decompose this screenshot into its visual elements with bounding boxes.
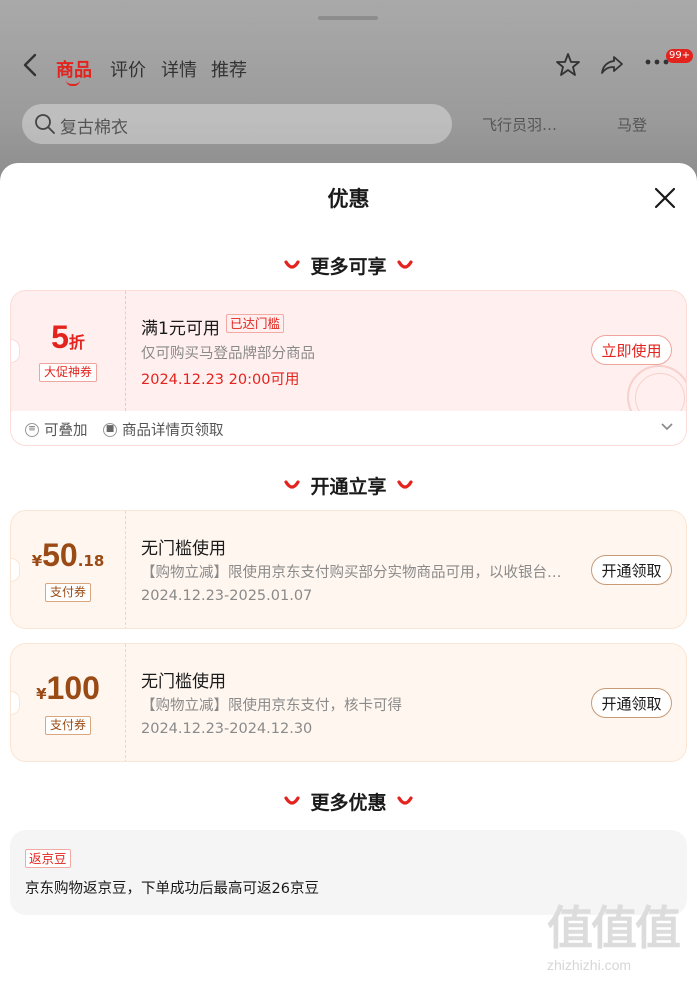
activate-claim-button[interactable]: 开通领取 (591, 688, 672, 718)
discount-sheet: 优惠 更多可享 5折 大促神券 满1元可用 已达门槛 仅可购买马登品牌部分商品 … (0, 163, 697, 984)
section-more-offers: 更多优惠 (0, 786, 697, 816)
coupon-tag-wrap: 大促神券 (11, 361, 125, 382)
currency-symbol: ¥ (36, 685, 47, 703)
tab-reviews[interactable]: 评价 (110, 56, 146, 82)
search-chip[interactable]: 马登 (617, 114, 647, 135)
smile-decoration-icon (284, 796, 301, 805)
star-icon[interactable] (555, 52, 581, 78)
grab-handle (318, 16, 378, 20)
search-placeholder: 复古棉衣 (60, 118, 128, 138)
coupon-valid-date: 2024.12.23-2024.12.30 (141, 721, 313, 737)
coupon-footer: ≡ 可叠加 ■ 商品详情页领取 (11, 411, 686, 445)
coupon-tag-wrap: 支付券 (11, 581, 125, 602)
section-title: 更多优惠 (310, 791, 387, 814)
site-watermark: 值值值 zhizhizhi.com (547, 900, 687, 980)
coupon-valid-date: 2024.12.23-2025.01.07 (141, 588, 313, 604)
card-divider (125, 511, 126, 628)
sheet-title: 优惠 (327, 187, 370, 211)
tab-recommend[interactable]: 推荐 (211, 56, 247, 82)
stack-icon: ≡ (25, 422, 39, 437)
coupon-amount-value: 50 (42, 537, 78, 573)
message-count-badge: 99+ (666, 49, 694, 63)
search-chip[interactable]: 飞行员羽… (482, 114, 557, 135)
back-arrow-icon[interactable] (20, 52, 42, 78)
search-bar[interactable]: 复古棉衣 (22, 104, 452, 144)
coupon-amount-unit: 折 (68, 333, 85, 352)
coupon-amount: ¥50.18 (11, 537, 125, 574)
stackable-label: 可叠加 (44, 423, 88, 439)
threshold-reached-badge: 已达门槛 (226, 314, 285, 333)
coupon-card-payment[interactable]: ¥50.18 支付券 无门槛使用 【购物立减】限使用京东支付购买部分实物商品可用… (10, 510, 687, 629)
coupon-title: 无门槛使用 (141, 539, 226, 559)
smile-decoration-icon (396, 796, 413, 805)
coupon-description: 仅可购买马登品牌部分商品 (141, 346, 315, 362)
watermark-logo: 值值值 (547, 901, 681, 955)
smile-decoration-icon (396, 480, 413, 489)
coupon-amount-value: 5 (51, 319, 69, 355)
active-tab-indicator (66, 80, 80, 86)
tab-product[interactable]: 商品 (56, 56, 92, 82)
coupon-amount: ¥100 (11, 670, 125, 707)
claim-source-info: ■ 商品详情页领取 (103, 419, 224, 440)
coupon-tag: 大促神券 (38, 363, 97, 382)
coupon-valid-date: 2024.12.23 20:00可用 (141, 372, 300, 388)
rebate-tag: 返京豆 (25, 849, 71, 868)
coupon-description: 【购物立减】限使用京东支付购买部分实物商品可用，以收银台… (141, 565, 562, 581)
section-open-and-enjoy: 开通立享 (0, 470, 697, 500)
tab-details[interactable]: 详情 (161, 56, 197, 82)
currency-symbol: ¥ (31, 552, 43, 570)
section-title: 开通立享 (310, 475, 387, 498)
card-divider (125, 291, 126, 411)
rebate-text: 京东购物返京豆，下单成功后最高可返26京豆 (25, 881, 319, 897)
card-divider (125, 644, 126, 761)
coupon-card-payment[interactable]: ¥100 支付券 无门槛使用 【购物立减】限使用京东支付，核卡可得 2024.1… (10, 643, 687, 762)
coupon-description: 【购物立减】限使用京东支付，核卡可得 (141, 698, 402, 714)
coupon-title: 满1元可用 (141, 319, 220, 339)
use-now-button[interactable]: 立即使用 (591, 335, 672, 365)
product-nav-bar: 商品 评价 详情 推荐 99+ (0, 44, 697, 90)
coupon-title: 无门槛使用 (141, 672, 226, 692)
source-icon: ■ (103, 422, 117, 437)
chevron-down-icon[interactable] (661, 422, 673, 432)
search-icon (35, 114, 55, 134)
smile-decoration-icon (396, 260, 413, 269)
smile-decoration-icon (284, 260, 301, 269)
coupon-tag: 支付券 (44, 583, 91, 602)
coupon-tag-wrap: 支付券 (11, 714, 125, 735)
coupon-tag: 支付券 (44, 716, 91, 735)
section-more-available: 更多可享 (0, 250, 697, 280)
section-title: 更多可享 (310, 255, 387, 278)
share-icon[interactable] (599, 52, 625, 78)
watermark-url: zhizhizhi.com (547, 957, 632, 973)
stackable-info: ≡ 可叠加 (25, 419, 88, 440)
smile-decoration-icon (284, 480, 301, 489)
coupon-amount: 5折 (11, 319, 125, 356)
claim-source-label: 商品详情页领取 (122, 423, 224, 439)
coupon-card-discount[interactable]: 5折 大促神券 满1元可用 已达门槛 仅可购买马登品牌部分商品 2024.12.… (10, 290, 687, 446)
coupon-amount-value: 100 (46, 670, 100, 706)
activate-claim-button[interactable]: 开通领取 (591, 555, 672, 585)
coupon-amount-decimal: .18 (77, 552, 105, 570)
close-icon[interactable] (650, 183, 680, 213)
